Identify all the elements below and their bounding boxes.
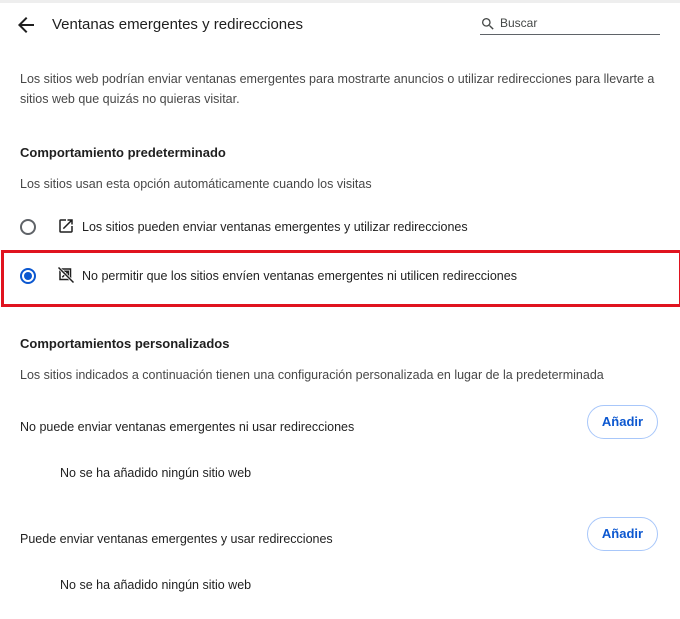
radio-label-allow: Los sitios pueden enviar ventanas emerge… [82,220,468,234]
arrow-back-icon [18,17,34,33]
add-blocked-site-button[interactable]: Añadir [587,405,658,439]
add-allowed-site-button[interactable]: Añadir [587,517,658,551]
radio-option-allow-popups[interactable]: Los sitios pueden enviar ventanas emerge… [0,205,680,249]
custom-behaviors-subtitle: Los sitios indicados a continuación tien… [20,368,604,382]
blocked-list-title: No puede enviar ventanas emergentes ni u… [20,420,355,434]
allowed-list-empty-text: No se ha añadido ningún sitio web [60,578,252,592]
default-behavior-title: Comportamiento predeterminado [20,145,226,160]
open-in-new-icon [59,219,73,233]
page-description: Los sitios web podrían enviar ventanas e… [20,72,655,106]
search-box[interactable] [480,14,660,35]
back-button[interactable] [14,13,38,37]
custom-behaviors-title: Comportamientos personalizados [20,336,230,351]
radio-button-allow[interactable] [20,219,36,235]
page-title: Ventanas emergentes y redirecciones [52,16,303,33]
radio-button-block[interactable] [20,268,36,284]
allowed-list-title: Puede enviar ventanas emergentes y usar … [20,532,333,546]
radio-label-block: No permitir que los sitios envíen ventan… [82,269,517,283]
search-icon [482,18,494,30]
popups-blocked-icon [57,266,75,284]
default-behavior-subtitle: Los sitios usan esta opción automáticame… [20,177,372,191]
radio-option-block-popups[interactable]: No permitir que los sitios envíen ventan… [0,254,680,298]
page-header: Ventanas emergentes y redirecciones [0,0,680,50]
blocked-list-empty-text: No se ha añadido ningún sitio web [60,466,252,480]
search-input[interactable] [500,14,658,32]
